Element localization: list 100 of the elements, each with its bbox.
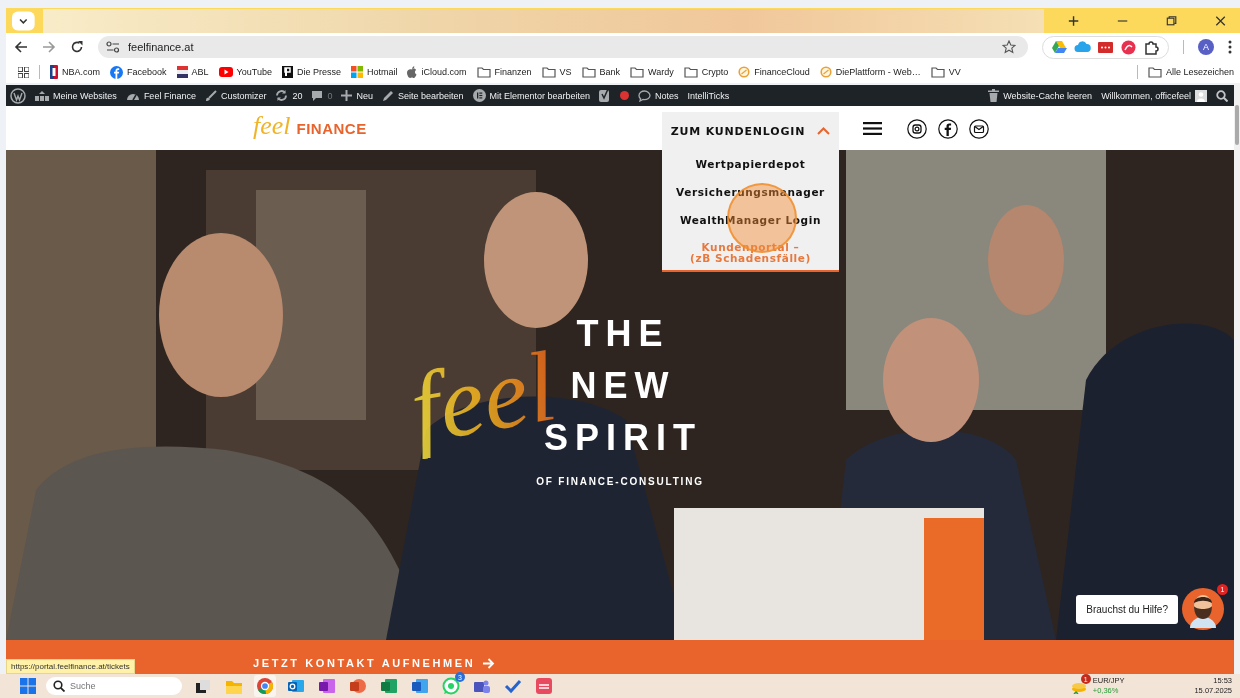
admin-bar-item[interactable]: Customizer (204, 89, 267, 102)
chrome-icon[interactable] (256, 677, 274, 695)
reload-icon[interactable] (70, 40, 84, 54)
admin-bar-item[interactable]: IntelliTicks (687, 90, 730, 101)
help-bubble[interactable]: Brauchst du Hilfe? (1076, 594, 1178, 624)
menu-item[interactable]: Wertpapierdepot (695, 150, 806, 178)
search-field[interactable]: Suche (46, 677, 182, 695)
back-icon[interactable] (14, 40, 28, 54)
bookmark[interactable]: YouTube (218, 67, 272, 77)
forward-icon[interactable] (42, 40, 56, 54)
hamburger-menu-icon[interactable] (863, 122, 882, 135)
folder-icon (581, 66, 596, 78)
admin-bar-item[interactable]: 0 (311, 89, 333, 102)
admin-bar-item[interactable] (1216, 89, 1228, 102)
folder-icon (476, 66, 491, 78)
slides-app-icon[interactable] (349, 677, 367, 695)
drive-icon[interactable] (1051, 38, 1068, 56)
login-menu-button[interactable]: ZUM KUNDENLOGIN (662, 112, 839, 150)
bookmark[interactable]: DiePlattform - Web… (819, 66, 921, 78)
bookmark[interactable]: Crypto (683, 66, 729, 78)
caret-up-icon (817, 127, 831, 135)
spreadsheet-app-icon[interactable] (380, 677, 398, 695)
admin-bar-item[interactable]: Meine Websites (35, 89, 117, 102)
chat-avatar-icon[interactable] (1182, 588, 1224, 630)
facebook-icon[interactable] (938, 119, 958, 139)
all-bookmarks[interactable]: Alle Lesezeichen (1147, 66, 1234, 78)
apps-grid-icon[interactable] (18, 66, 29, 78)
extensions-icon[interactable] (1143, 38, 1160, 56)
tab-search-icon[interactable] (12, 10, 35, 31)
sport-logo-icon (50, 65, 58, 79)
headline-word: THE (576, 312, 670, 356)
brush-icon (204, 89, 217, 102)
bookmark[interactable]: FinanceCloud (738, 66, 810, 78)
profile-avatar[interactable]: A (1198, 39, 1214, 55)
ring-logo-icon (738, 66, 751, 78)
pencil-icon (381, 89, 394, 102)
site-settings-icon[interactable] (106, 41, 120, 53)
avatar-icon (1195, 89, 1207, 102)
scrollbar[interactable] (1234, 83, 1240, 674)
checkmark-app-icon[interactable] (504, 677, 522, 695)
speech-bubble-icon (638, 89, 652, 102)
document-app-icon[interactable] (411, 677, 429, 695)
ring-logo-icon (819, 66, 832, 78)
admin-bar-item[interactable]: Neu (341, 90, 373, 101)
folder-icon (930, 66, 945, 78)
bookmark[interactable]: NBA.com (50, 65, 100, 79)
chat-app-icon[interactable] (442, 677, 460, 695)
mail-app-icon[interactable] (287, 677, 305, 695)
bookmark[interactable]: VS (541, 66, 572, 78)
folder-icon (1147, 66, 1162, 78)
bookmark[interactable]: Wardy (630, 66, 674, 78)
admin-bar-item[interactable] (599, 88, 612, 103)
square-logo-icon (281, 66, 293, 78)
status-url: https://portal.feelfinance.at/tickets (6, 659, 135, 674)
mail-icon[interactable] (969, 119, 989, 139)
youtube-icon (218, 67, 233, 77)
bookmark[interactable]: Finanzen (476, 66, 532, 78)
refresh-icon (275, 89, 289, 102)
admin-bar-item[interactable]: Willkommen, officefeel (1101, 89, 1207, 102)
task-view-icon[interactable] (194, 677, 212, 695)
bookmark[interactable]: Hotmail (350, 66, 398, 78)
search-icon (1216, 89, 1228, 102)
admin-bar-item[interactable]: 20 (275, 89, 303, 102)
bookmark-star-icon[interactable] (1002, 40, 1016, 54)
plus-icon (341, 90, 353, 101)
admin-bar-item[interactable]: Website-Cache leeren (988, 89, 1093, 102)
start-icon[interactable] (20, 678, 36, 694)
windows-logo-icon (350, 66, 363, 78)
admin-bar-item[interactable]: Seite bearbeiten (381, 89, 464, 102)
folder-icon (683, 66, 698, 78)
arrow-right-icon (483, 657, 496, 669)
bookmark[interactable]: Bank (581, 66, 621, 78)
app-icon[interactable] (535, 677, 553, 695)
menu-icon[interactable] (1228, 40, 1232, 54)
status-dot-icon (620, 91, 630, 100)
comment-icon (311, 89, 324, 102)
apple-icon (407, 66, 418, 78)
folder-icon (630, 66, 645, 78)
bookmark[interactable]: iCloud.com (407, 66, 467, 78)
network-icon (35, 89, 49, 102)
facebook-icon (110, 65, 123, 79)
bookmark[interactable]: Facebook (110, 65, 167, 79)
bookmark[interactable]: VV (930, 66, 961, 78)
admin-bar-item[interactable] (10, 87, 26, 104)
trash-icon (988, 89, 1000, 102)
bookmark[interactable]: ABL (176, 66, 209, 78)
tagline: OF FINANCE-CONSULTING (536, 476, 704, 487)
bookmark[interactable]: Die Presse (281, 66, 341, 78)
admin-bar-item[interactable]: Notes (638, 89, 679, 102)
headline-word: NEW (570, 364, 676, 408)
search-icon (53, 680, 65, 692)
instagram-icon[interactable] (907, 119, 927, 139)
wordpress-icon (10, 87, 26, 104)
admin-bar-item[interactable]: Feel Finance (125, 89, 196, 102)
seo-plugin-icon (599, 88, 612, 103)
notebook-app-icon[interactable] (318, 677, 336, 695)
admin-bar-item[interactable]: Mit Elementor bearbeiten (472, 89, 591, 102)
address-bar[interactable]: feelfinance.at (98, 36, 1028, 58)
elementor-icon (472, 89, 486, 102)
folder-icon (541, 66, 556, 78)
